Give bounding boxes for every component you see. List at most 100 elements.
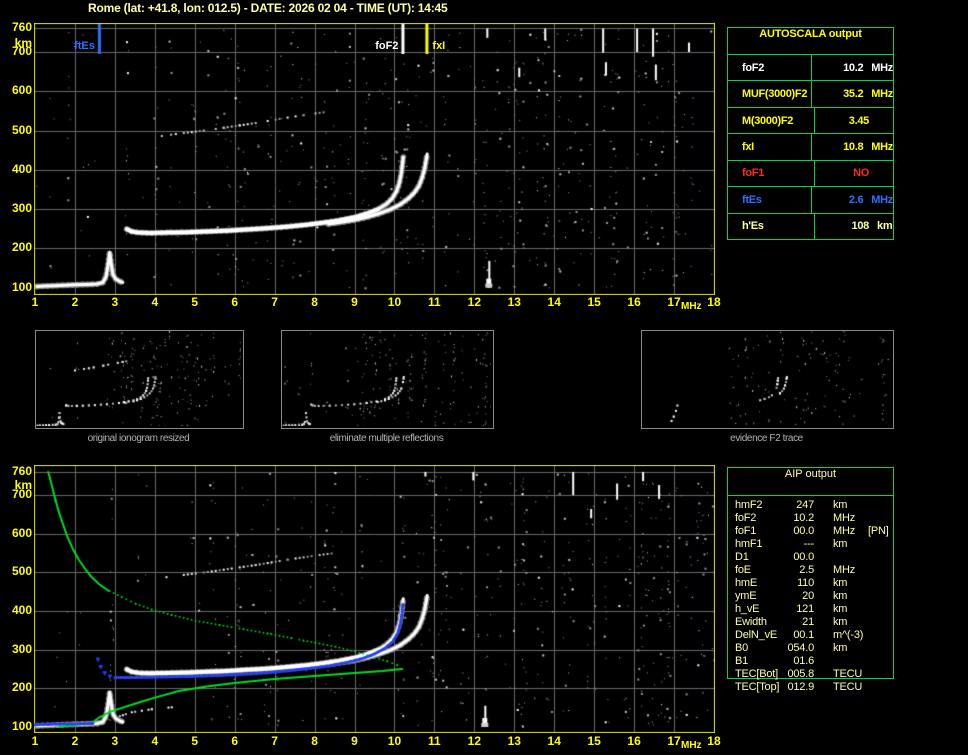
thumbnail-evidence-f2 xyxy=(641,330,894,429)
y-tick-label: 300 xyxy=(11,201,32,216)
aip-row-unit: km xyxy=(833,642,848,654)
aip-row-value: 21 xyxy=(802,616,814,628)
autoscala-row: MUF(3000)F2 35.2 MHz xyxy=(728,80,893,107)
y-tick-label: 200 xyxy=(11,240,32,255)
aip-row-unit xyxy=(833,551,867,564)
aip-row-label: foF2 xyxy=(735,512,757,524)
aip-row: B0 054.0 km xyxy=(735,642,893,655)
aip-row-label: hmE xyxy=(735,577,758,589)
aip-row-label: foE xyxy=(735,564,751,576)
x-tick-label: 12 xyxy=(467,295,481,309)
aip-table-rows: hmF2 247 km foF2 10.2 MHz foF1 00.0 MHz [PN] hmF1 -… xyxy=(735,499,893,694)
x-tick-label: 9 xyxy=(351,295,358,309)
x-tick-label: 13 xyxy=(507,734,521,748)
aip-row-unit: km xyxy=(833,577,848,589)
aip-row-label: Ewidth xyxy=(735,616,767,628)
x-tick-label: 7 xyxy=(271,295,278,309)
y-tick-label: 500 xyxy=(11,122,32,137)
y-tick-label: 200 xyxy=(11,680,32,695)
thumbnail-caption-eliminate: eliminate multiple reflections xyxy=(329,433,444,444)
aip-row-value: 054.0 xyxy=(787,642,814,654)
aip-row-value: 247 xyxy=(796,499,814,511)
x-tick-label: 11 xyxy=(428,295,441,309)
aip-row-unit: km xyxy=(833,616,848,628)
x-tick-label: 4 xyxy=(151,295,159,309)
aip-row-label: ymE xyxy=(735,590,757,602)
page-title: Rome (lat: +41.8, lon: 012.5) - DATE: 20… xyxy=(88,1,448,15)
aip-row-value: 005.8 xyxy=(787,668,814,680)
autoscala-row-value: 10.2 xyxy=(843,61,864,74)
autoscala-row-value: 2.6 xyxy=(848,193,864,206)
y-tick-label: 760 xyxy=(11,20,32,35)
x-tick-label: 18 xyxy=(707,295,721,309)
thumbnail-evidence-canvas xyxy=(642,331,891,426)
aip-row-unit: TECU xyxy=(833,681,863,693)
y-tick-label: 300 xyxy=(11,641,32,656)
x-tick-label: 10 xyxy=(387,734,402,748)
autoscala-row-value: 3.45 xyxy=(848,114,870,127)
aip-row-value: 012.9 xyxy=(787,681,814,693)
x-tick-label: 4 xyxy=(151,734,159,748)
x-tick-label: 18 xyxy=(707,734,721,748)
aip-row-label: B1 xyxy=(735,655,749,667)
autoscala-table-title: AUTOSCALA output xyxy=(728,28,893,55)
x-tick-label: 1 xyxy=(31,295,39,309)
aip-row-label: h_vE xyxy=(735,603,760,615)
x-tick-label: 1 xyxy=(31,734,39,748)
x-tick-label: 7 xyxy=(271,734,278,748)
aip-row: D1 00.0 xyxy=(735,551,893,564)
aip-row-label: TEC[Bot] xyxy=(735,668,779,680)
autoscala-row-label: MUF(3000)F2 xyxy=(728,81,812,107)
aip-row-value: 00.1 xyxy=(793,629,814,641)
autoscala-row: ftEs 2.6 MHz xyxy=(728,186,893,213)
autoscala-row-value: 35.2 xyxy=(843,88,864,101)
x-tick-label: 8 xyxy=(311,295,318,309)
x-tick-label: 12 xyxy=(467,734,481,748)
autoscala-window: { "title": "Rome (lat: +41.8, lon: 012.5… xyxy=(0,0,968,755)
x-tick-label: 11 xyxy=(428,734,441,748)
autoscala-row-value: 108 xyxy=(851,220,870,233)
autoscala-row-value: 10.8 xyxy=(843,140,864,153)
aip-row-unit xyxy=(833,655,867,668)
autoscala-output-table: AUTOSCALA output foF2 10.2 MHz MUF(3000)F2 3… xyxy=(727,27,894,240)
x-tick-label: 15 xyxy=(587,295,601,309)
x-axis-unit-top: MHz xyxy=(681,301,702,312)
thumbnail-original-canvas xyxy=(36,331,241,426)
aip-row-unit: km xyxy=(833,499,848,511)
aip-row-note: [PN] xyxy=(868,525,889,537)
y-tick-label: 600 xyxy=(11,83,32,98)
y-tick-label: 100 xyxy=(11,279,32,294)
aip-output-table: AIP output hmF2 247 km foF2 10.2 MHz foF1 00.0 M… xyxy=(727,467,894,693)
aip-row: hmF2 247 km xyxy=(735,499,893,512)
x-tick-label: 5 xyxy=(191,734,199,748)
thumbnail-caption-original: original ionogram resized xyxy=(87,433,190,444)
x-tick-label: 14 xyxy=(547,295,561,309)
autoscala-table-rows: foF2 10.2 MHz MUF(3000)F2 35.2 MHz M(3000)F2 3.… xyxy=(728,55,893,239)
aip-row-value: 110 xyxy=(797,577,814,589)
aip-row-label: foF1 xyxy=(735,525,757,537)
aip-row: hmE 110 km xyxy=(735,577,893,590)
x-tick-label: 6 xyxy=(231,295,239,309)
autoscala-row: M(3000)F2 3.45 xyxy=(728,106,893,134)
x-tick-label: 6 xyxy=(231,734,239,748)
y-tick-label: 100 xyxy=(11,719,32,733)
y-tick-label: 400 xyxy=(11,161,32,176)
autoscala-row: h'Es 108 km xyxy=(728,212,893,239)
aip-row-unit: km xyxy=(833,603,848,615)
aip-row: foF2 10.2 MHz xyxy=(735,512,893,525)
aip-row: hmF1 --- km xyxy=(735,538,893,551)
aip-row-unit: MHz xyxy=(833,564,856,576)
x-tick-label: 10 xyxy=(387,295,402,309)
autoscala-row-value: NO xyxy=(853,167,869,180)
x-tick-label: 3 xyxy=(111,295,119,309)
aip-row-value: 2.5 xyxy=(799,564,814,576)
aip-row: foE 2.5 MHz xyxy=(735,564,893,577)
autoscala-row: foF1 NO xyxy=(728,159,893,187)
aip-row-unit: TECU xyxy=(833,668,863,680)
x-tick-label: 16 xyxy=(627,734,641,748)
aip-row-label: hmF2 xyxy=(735,499,763,511)
aip-row-value: 00.0 xyxy=(793,551,814,563)
aip-row: Ewidth 21 km xyxy=(735,616,893,629)
ftEs-marker-label: ftEs xyxy=(74,40,95,52)
autoscala-row-label: ftEs xyxy=(728,187,812,213)
